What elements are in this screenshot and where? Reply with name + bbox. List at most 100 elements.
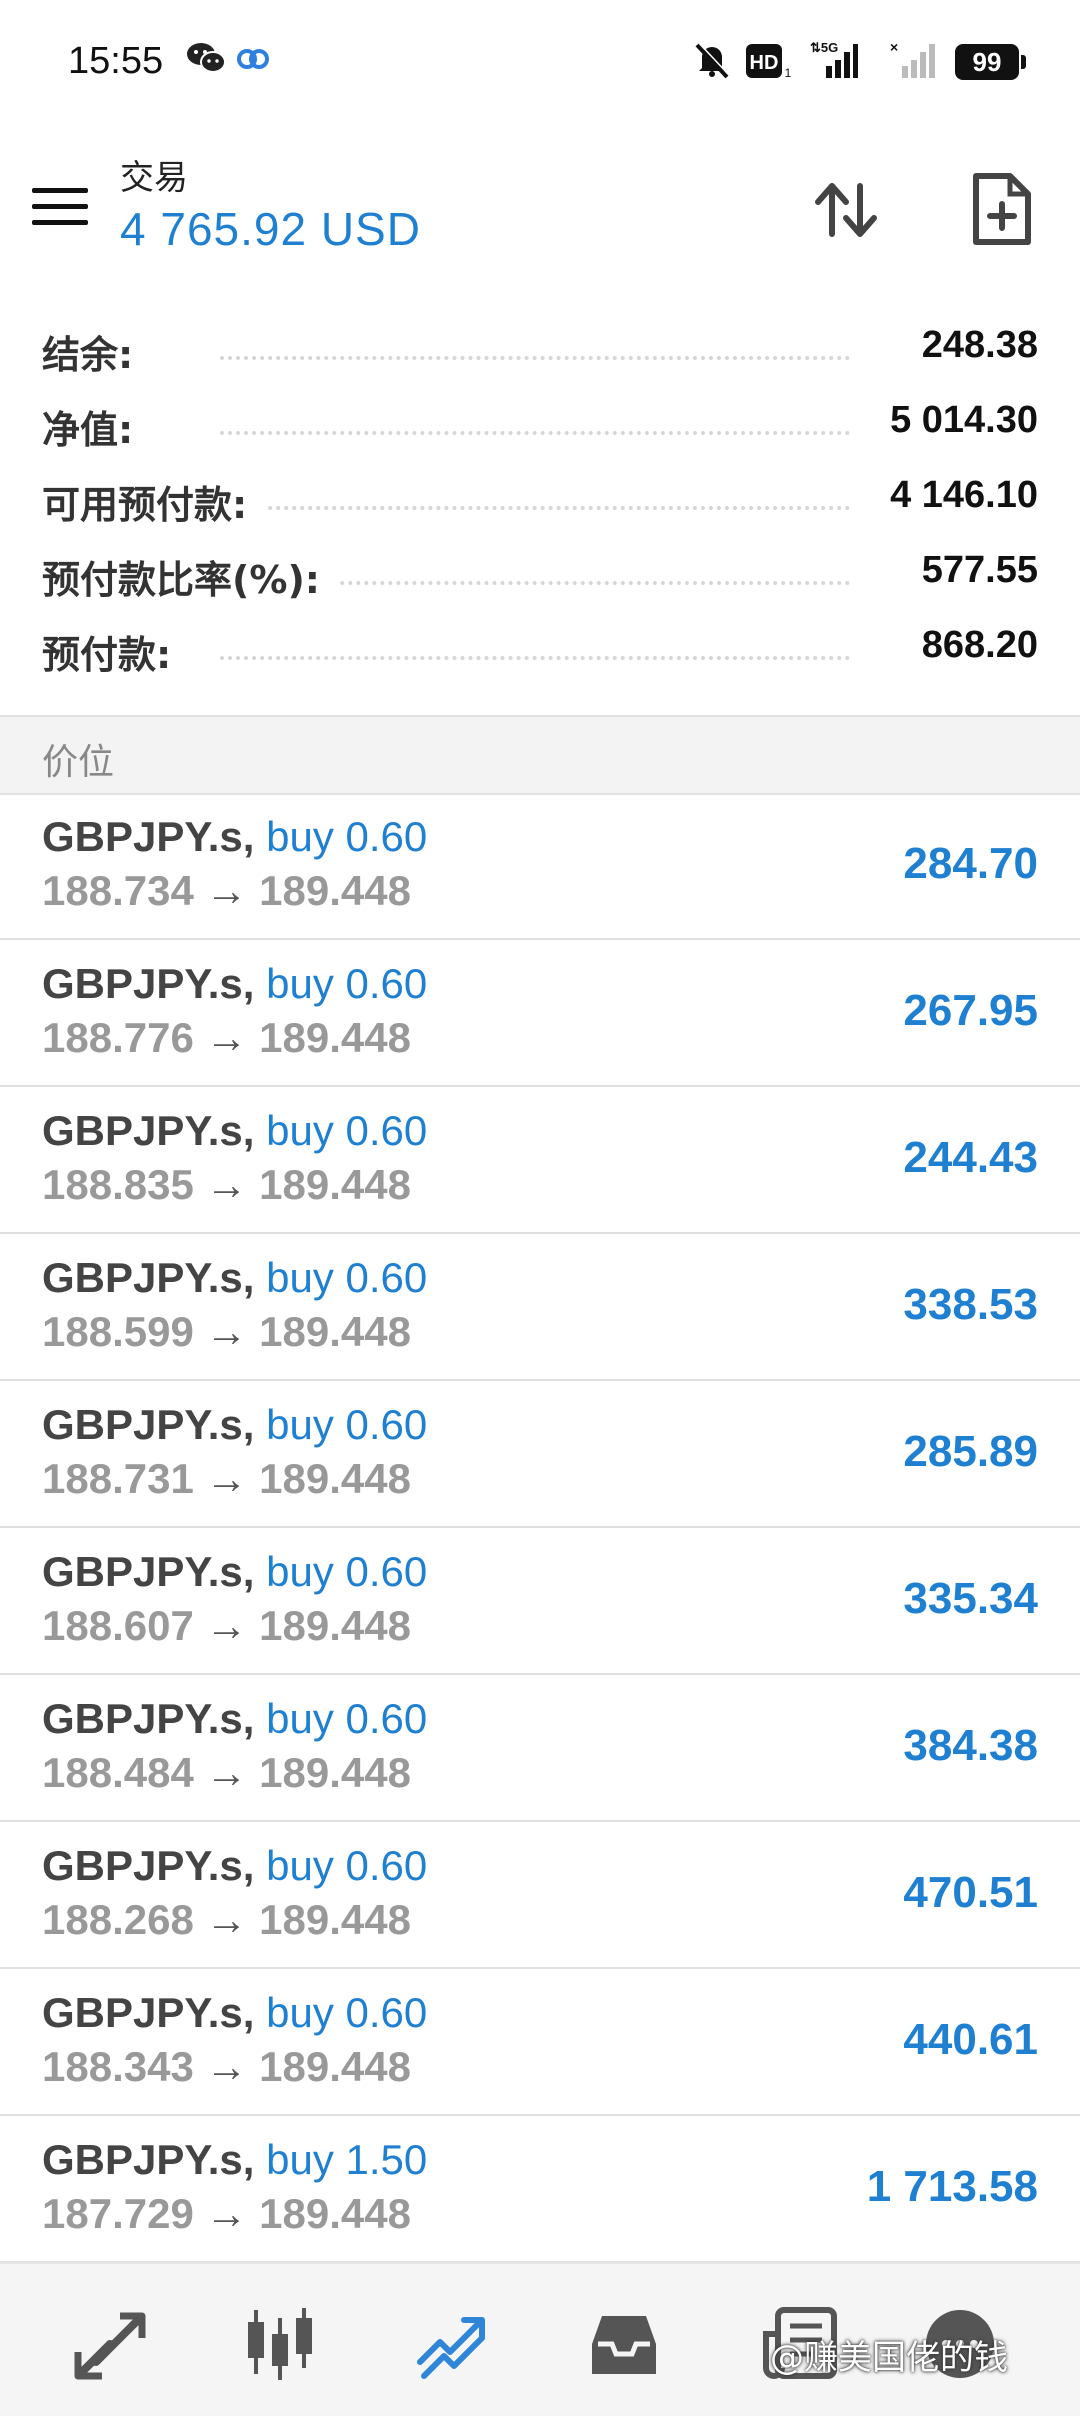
summary-value: 577.55 bbox=[901, 549, 1038, 592]
summary-label: 预付款: bbox=[42, 624, 192, 679]
current-price: 189.448 bbox=[259, 1161, 411, 1208]
position-title: GBPJPY.s, buy 0.60 bbox=[42, 960, 427, 1008]
position-title: GBPJPY.s, buy 0.60 bbox=[42, 1254, 427, 1302]
position-row[interactable]: GBPJPY.s, buy 0.60 188.343 → 189.448 440.6… bbox=[0, 1969, 1080, 2116]
arrow-right-icon: → bbox=[205, 1161, 248, 1208]
position-symbol: GBPJPY.s, bbox=[42, 960, 255, 1007]
current-price: 189.448 bbox=[259, 1308, 411, 1355]
position-profit: 267.95 bbox=[903, 986, 1038, 1035]
summary-row-balance: 结余: 248.38 bbox=[0, 312, 1080, 387]
position-type-volume: buy 0.60 bbox=[266, 1254, 428, 1301]
position-row[interactable]: GBPJPY.s, buy 0.60 188.776 → 189.448 267.9… bbox=[0, 940, 1080, 1087]
summary-label: 结余: bbox=[42, 324, 154, 379]
current-price: 189.448 bbox=[259, 1455, 411, 1502]
arrow-right-icon: → bbox=[205, 1014, 248, 1061]
position-prices: 188.343 → 189.448 bbox=[42, 2043, 411, 2091]
section-title: 价位 bbox=[42, 742, 115, 783]
summary-value: 868.20 bbox=[901, 624, 1038, 667]
position-row[interactable]: GBPJPY.s, buy 0.60 188.734 → 189.448 284.7… bbox=[0, 793, 1080, 940]
position-prices: 188.835 → 189.448 bbox=[42, 1161, 411, 1209]
arrow-right-icon: → bbox=[205, 867, 248, 914]
position-type-volume: buy 0.60 bbox=[266, 1695, 428, 1742]
position-title: GBPJPY.s, buy 0.60 bbox=[42, 1548, 427, 1596]
position-prices: 188.268 → 189.448 bbox=[42, 1896, 411, 1944]
history-icon[interactable] bbox=[584, 2304, 664, 2384]
dotted-leader bbox=[220, 656, 850, 660]
position-symbol: GBPJPY.s, bbox=[42, 1842, 255, 1889]
account-summary: 结余: 248.38 净值: 5 014.30 可用预付款: 4 146.10 … bbox=[0, 312, 1080, 687]
arrow-right-icon: → bbox=[205, 1602, 248, 1649]
arrow-right-icon: → bbox=[205, 1308, 248, 1355]
position-type-volume: buy 0.60 bbox=[266, 813, 428, 860]
arrow-right-icon: → bbox=[205, 1896, 248, 1943]
open-price: 188.835 bbox=[42, 1161, 194, 1208]
wechat-icon bbox=[186, 40, 226, 80]
app-header: 交易 4 765.92 USD bbox=[0, 130, 1080, 280]
cloud-link-icon bbox=[236, 46, 270, 76]
position-symbol: GBPJPY.s, bbox=[42, 813, 255, 860]
position-prices: 187.729 → 189.448 bbox=[42, 2190, 411, 2238]
positions-list: GBPJPY.s, buy 0.60 188.734 → 189.448 284.7… bbox=[0, 793, 1080, 2263]
svg-text:×: × bbox=[890, 40, 898, 55]
arrow-right-icon: → bbox=[205, 2043, 248, 2090]
position-row[interactable]: GBPJPY.s, buy 0.60 188.607 → 189.448 335.3… bbox=[0, 1528, 1080, 1675]
position-prices: 188.776 → 189.448 bbox=[42, 1014, 411, 1062]
position-symbol: GBPJPY.s, bbox=[42, 1254, 255, 1301]
open-price: 188.343 bbox=[42, 2043, 194, 2090]
position-title: GBPJPY.s, buy 0.60 bbox=[42, 1842, 427, 1890]
position-row[interactable]: GBPJPY.s, buy 0.60 188.268 → 189.448 470.5… bbox=[0, 1822, 1080, 1969]
new-order-icon[interactable] bbox=[962, 170, 1042, 250]
position-prices: 188.484 → 189.448 bbox=[42, 1749, 411, 1797]
summary-row-margin: 预付款: 868.20 bbox=[0, 612, 1080, 687]
position-row[interactable]: GBPJPY.s, buy 0.60 188.484 → 189.448 384.3… bbox=[0, 1675, 1080, 1822]
quotes-icon[interactable] bbox=[70, 2304, 150, 2384]
position-profit: 1 713.58 bbox=[866, 2162, 1038, 2211]
position-title: GBPJPY.s, buy 0.60 bbox=[42, 1107, 427, 1155]
current-price: 189.448 bbox=[259, 1896, 411, 1943]
open-price: 188.607 bbox=[42, 1602, 194, 1649]
svg-text:HD: HD bbox=[750, 52, 779, 74]
position-title: GBPJPY.s, buy 1.50 bbox=[42, 2136, 427, 2184]
arrow-right-icon: → bbox=[205, 1749, 248, 1796]
watermark: @赚美国佬的钱 bbox=[770, 2338, 1008, 2378]
position-row[interactable]: GBPJPY.s, buy 0.60 188.731 → 189.448 285.8… bbox=[0, 1381, 1080, 1528]
summary-label: 净值: bbox=[42, 399, 154, 454]
position-symbol: GBPJPY.s, bbox=[42, 1695, 255, 1742]
open-price: 188.599 bbox=[42, 1308, 194, 1355]
position-profit: 285.89 bbox=[903, 1427, 1038, 1476]
menu-icon[interactable] bbox=[32, 188, 88, 228]
summary-row-free-margin: 可用预付款: 4 146.10 bbox=[0, 462, 1080, 537]
position-title: GBPJPY.s, buy 0.60 bbox=[42, 1401, 427, 1449]
balance-subtitle: 4 765.92 USD bbox=[120, 203, 421, 255]
svg-text:1: 1 bbox=[785, 66, 792, 80]
position-type-volume: buy 0.60 bbox=[266, 1401, 428, 1448]
summary-row-margin-level: 预付款比率(%): 577.55 bbox=[0, 537, 1080, 612]
position-symbol: GBPJPY.s, bbox=[42, 1989, 255, 2036]
trade-icon[interactable] bbox=[412, 2304, 492, 2384]
arrow-right-icon: → bbox=[205, 2190, 248, 2237]
current-price: 189.448 bbox=[259, 2190, 411, 2237]
position-row[interactable]: GBPJPY.s, buy 0.60 188.599 → 189.448 338.5… bbox=[0, 1234, 1080, 1381]
position-profit: 335.34 bbox=[903, 1574, 1038, 1623]
position-title: GBPJPY.s, buy 0.60 bbox=[42, 813, 427, 861]
position-row[interactable]: GBPJPY.s, buy 0.60 188.835 → 189.448 244.4… bbox=[0, 1087, 1080, 1234]
position-row[interactable]: GBPJPY.s, buy 1.50 187.729 → 189.448 1 713… bbox=[0, 2116, 1080, 2263]
current-price: 189.448 bbox=[259, 2043, 411, 2090]
position-symbol: GBPJPY.s, bbox=[42, 1548, 255, 1595]
sort-arrows-icon[interactable] bbox=[806, 170, 886, 250]
page-title: 交易 bbox=[120, 158, 188, 198]
current-price: 189.448 bbox=[259, 867, 411, 914]
svg-text:⇅5G: ⇅5G bbox=[810, 40, 838, 55]
open-price: 187.729 bbox=[42, 2190, 194, 2237]
status-time: 15:55 bbox=[68, 40, 164, 82]
battery-indicator: 99 bbox=[955, 44, 1026, 80]
position-type-volume: buy 0.60 bbox=[266, 960, 428, 1007]
position-symbol: GBPJPY.s, bbox=[42, 1401, 255, 1448]
open-price: 188.734 bbox=[42, 867, 194, 914]
current-price: 189.448 bbox=[259, 1749, 411, 1796]
signal-no-sim-icon: × bbox=[890, 39, 936, 84]
chart-candles-icon[interactable] bbox=[240, 2304, 320, 2384]
status-bar: 15:55 HD 1 ⇅5G × 99 bbox=[0, 0, 1080, 125]
summary-row-equity: 净值: 5 014.30 bbox=[0, 387, 1080, 462]
position-profit: 440.61 bbox=[903, 2015, 1038, 2064]
